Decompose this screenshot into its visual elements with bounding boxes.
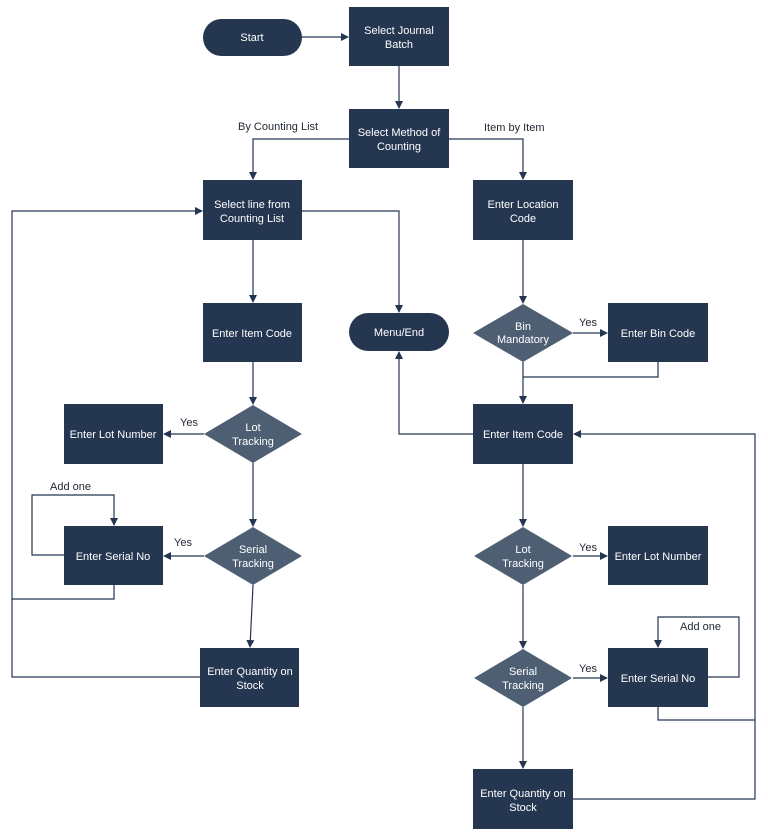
node-enter-lot-number-left[interactable]: Enter Lot Number: [64, 404, 163, 464]
node-enter-bin-code[interactable]: Enter Bin Code: [608, 303, 708, 362]
node-label: Batch: [385, 39, 413, 51]
node-bin-mandatory[interactable]: Bin Mandatory: [473, 304, 573, 362]
node-label: Mandatory: [497, 334, 549, 346]
label-add-one-right: Add one: [680, 621, 721, 633]
label-add-one-left: Add one: [50, 481, 91, 493]
node-label: Lot: [245, 422, 260, 434]
node-lot-tracking-right[interactable]: Lot Tracking: [474, 527, 572, 585]
node-label: Enter Item Code: [483, 429, 563, 441]
node-enter-lot-number-right[interactable]: Enter Lot Number: [608, 526, 708, 585]
node-select-journal-batch[interactable]: Select Journal Batch: [349, 7, 449, 66]
label-yes-lot-left: Yes: [180, 417, 198, 429]
node-label: Enter Lot Number: [615, 551, 702, 563]
node-enter-quantity-right[interactable]: Enter Quantity on Stock: [473, 769, 573, 829]
node-label: Enter Quantity on: [207, 666, 293, 678]
node-enter-location-code[interactable]: Enter Location Code: [473, 180, 573, 240]
node-label: Tracking: [502, 680, 544, 692]
label-by-counting-list: By Counting List: [238, 121, 318, 133]
node-menu-end[interactable]: Menu/End: [349, 313, 449, 351]
edge-bin-code-to-item-code-right: [523, 362, 659, 378]
node-select-method[interactable]: Select Method of Counting: [349, 109, 449, 168]
edge-item-code-right-to-menu: [395, 351, 473, 435]
label-yes-bin: Yes: [579, 317, 597, 329]
node-label: Lot: [515, 544, 530, 556]
node-label: Tracking: [232, 558, 274, 570]
node-start[interactable]: Start: [203, 19, 302, 56]
node-label: Counting: [377, 141, 421, 153]
node-label: Menu/End: [374, 327, 424, 339]
node-label: Serial: [509, 666, 537, 678]
node-label: Stock: [509, 802, 537, 814]
node-label: Counting List: [220, 213, 284, 225]
node-serial-tracking-left[interactable]: Serial Tracking: [204, 527, 302, 585]
node-label: Enter Serial No: [621, 673, 696, 685]
decision-shape: [474, 527, 572, 585]
edge-method-to-location: [449, 138, 527, 180]
label-yes-serial-left: Yes: [174, 537, 192, 549]
edge-qty-left-loop: [11, 599, 200, 678]
node-select-line[interactable]: Select line from Counting List: [203, 180, 302, 240]
node-label: Enter Item Code: [212, 328, 292, 340]
node-label: Start: [240, 32, 263, 44]
node-label: Enter Quantity on: [480, 788, 566, 800]
node-lot-tracking-left[interactable]: Lot Tracking: [204, 405, 302, 463]
edge-serial-left-to-qty: [246, 584, 255, 648]
decision-shape: [474, 649, 572, 707]
node-label: Tracking: [502, 558, 544, 570]
node-label: Enter Location: [488, 199, 559, 211]
edge-select-line-to-menu: [302, 210, 403, 313]
label-item-by-item: Item by Item: [484, 122, 545, 134]
node-enter-serial-no-right[interactable]: Enter Serial No: [608, 648, 708, 707]
node-label: Bin: [515, 321, 531, 333]
decision-shape: [204, 405, 302, 463]
node-label: Stock: [236, 680, 264, 692]
edge-method-to-select-line: [249, 138, 349, 180]
node-enter-quantity-left[interactable]: Enter Quantity on Stock: [200, 648, 299, 707]
node-label: Select line from: [214, 199, 290, 211]
node-enter-item-code-left[interactable]: Enter Item Code: [203, 303, 302, 362]
edge-serial-no-right-loop: [657, 707, 755, 721]
node-label: Enter Serial No: [76, 551, 151, 563]
flowchart-canvas: By Counting List Item by Item Yes Yes Ye…: [11, 7, 756, 829]
label-yes-lot-right: Yes: [579, 542, 597, 554]
node-label: Tracking: [232, 436, 274, 448]
node-enter-serial-no-left[interactable]: Enter Serial No: [64, 526, 163, 585]
node-label: Enter Lot Number: [70, 429, 157, 441]
node-label: Select Journal: [364, 25, 434, 37]
decision-shape: [204, 527, 302, 585]
edge-labels: By Counting List Item by Item Yes Yes Ye…: [50, 121, 721, 675]
node-label: Serial: [239, 544, 267, 556]
node-label: Select Method of: [358, 127, 441, 139]
node-label: Enter Bin Code: [621, 328, 696, 340]
node-label: Code: [510, 213, 536, 225]
node-serial-tracking-right[interactable]: Serial Tracking: [474, 649, 572, 707]
node-enter-item-code-right[interactable]: Enter Item Code: [473, 404, 573, 464]
label-yes-serial-right: Yes: [579, 663, 597, 675]
decision-shape: [473, 304, 573, 362]
